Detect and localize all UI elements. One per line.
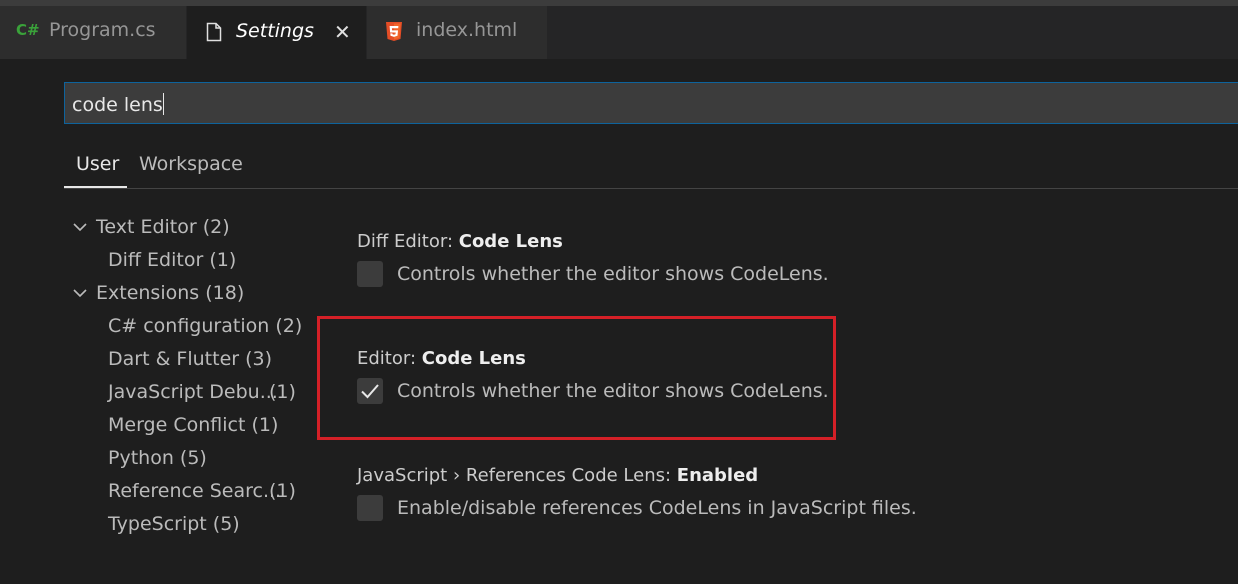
- setting-title-javascript-references-code-lens: JavaScript › References Code Lens: Enabl…: [357, 465, 758, 486]
- toc-item-dart-flutter[interactable]: Dart & Flutter (3): [108, 348, 272, 370]
- toc-label: Extensions: [96, 282, 200, 304]
- setting-category: JavaScript › References Code Lens:: [357, 465, 677, 486]
- toc-label: TypeScript: [108, 513, 207, 535]
- settings-search-input[interactable]: code lens: [64, 82, 1238, 124]
- toc-count: (2): [275, 315, 303, 337]
- settings-scope-tabs: User Workspace: [64, 140, 1238, 189]
- close-icon[interactable]: ✕: [334, 20, 351, 44]
- tab-settings[interactable]: Settings ✕: [187, 6, 366, 59]
- tab-label-settings: Settings: [236, 20, 314, 42]
- toc-count: (2): [202, 216, 230, 238]
- toc-label: Dart & Flutter: [108, 348, 240, 370]
- tab-workspace[interactable]: Workspace: [139, 153, 243, 175]
- search-query: code lens: [72, 94, 163, 116]
- toc-count: (1): [209, 249, 237, 271]
- toc-item-python[interactable]: Python (5): [108, 447, 207, 469]
- toc-item-reference-search[interactable]: Reference Searc...: [108, 480, 281, 502]
- setting-description: Controls whether the editor shows CodeLe…: [397, 263, 829, 285]
- setting-name: Code Lens: [458, 231, 563, 252]
- toc-count-reference-search: (1): [269, 480, 296, 502]
- setting-title-diff-editor-code-lens: Diff Editor: Code Lens: [357, 231, 563, 252]
- toc-count: (1): [251, 414, 279, 436]
- editor-tab-bar: C# Program.cs Settings ✕ index.html: [0, 6, 1238, 59]
- toc-label: Merge Conflict: [108, 414, 246, 436]
- html5-icon: [386, 22, 402, 41]
- toc-item-csharp-configuration[interactable]: C# configuration (2): [108, 315, 302, 337]
- toc-label: Diff Editor: [108, 249, 204, 271]
- setting-name: Enabled: [676, 465, 759, 486]
- toc-count: (3): [245, 348, 273, 370]
- toc-item-typescript[interactable]: TypeScript (5): [108, 513, 240, 535]
- text-caret: [162, 93, 164, 115]
- file-icon: [206, 22, 222, 42]
- active-tab-indicator: [64, 186, 127, 188]
- toc-item-text-editor[interactable]: Text Editor (2): [96, 216, 230, 238]
- toc-label: Text Editor: [96, 216, 197, 238]
- search-input-value: code lens: [72, 93, 164, 116]
- javascript-references-code-lens-checkbox[interactable]: [357, 495, 383, 521]
- toc-item-merge-conflict[interactable]: Merge Conflict (1): [108, 414, 278, 436]
- toc-count: (18): [205, 282, 245, 304]
- setting-category: Diff Editor:: [357, 231, 459, 252]
- chevron-down-icon[interactable]: [72, 287, 88, 299]
- tab-index-html[interactable]: index.html: [367, 6, 547, 59]
- chevron-down-icon[interactable]: [72, 221, 88, 233]
- toc-count-javascript-debug: (1): [269, 381, 296, 403]
- tab-label-index-html: index.html: [416, 19, 518, 41]
- toc-count: (5): [212, 513, 240, 535]
- toc-label: Python: [108, 447, 174, 469]
- diff-editor-code-lens-checkbox[interactable]: [357, 261, 383, 287]
- toc-item-extensions[interactable]: Extensions (18): [96, 282, 244, 304]
- setting-description: Enable/disable references CodeLens in Ja…: [397, 497, 917, 519]
- toc-count: (5): [179, 447, 207, 469]
- toc-label: JavaScript Debu...: [108, 381, 278, 403]
- toc-label: Reference Searc...: [108, 480, 282, 502]
- tab-label-program-cs: Program.cs: [49, 19, 156, 41]
- tab-program-cs[interactable]: C# Program.cs: [0, 6, 186, 59]
- toc-item-javascript-debug[interactable]: JavaScript Debu...: [108, 381, 278, 403]
- toc-item-diff-editor[interactable]: Diff Editor (1): [108, 249, 236, 271]
- csharp-file-icon: C#: [16, 21, 40, 39]
- highlight-box: [317, 316, 836, 440]
- tab-user[interactable]: User: [76, 153, 119, 175]
- toc-label: C# configuration: [108, 315, 270, 337]
